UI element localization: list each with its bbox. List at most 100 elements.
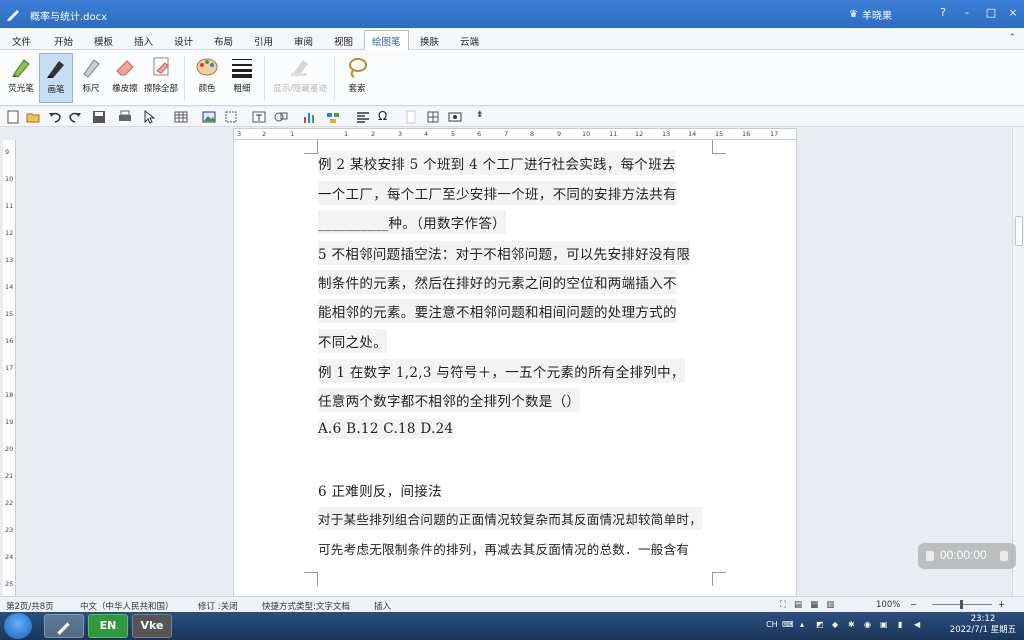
tab-home[interactable]: 开始: [48, 32, 79, 50]
pen-button[interactable]: 画笔: [39, 53, 73, 103]
tab-view[interactable]: 视图: [328, 32, 359, 50]
minimize-button[interactable]: -: [958, 5, 976, 21]
taskbar-pen-app[interactable]: [44, 614, 84, 638]
scrollbar-thumb[interactable]: [1015, 216, 1023, 246]
tab-file[interactable]: 文件: [6, 32, 37, 50]
tray-app-icon[interactable]: ◩: [816, 620, 826, 630]
toolbar-options-icon[interactable]: ⇟: [476, 110, 490, 124]
input-language[interactable]: CH: [766, 620, 778, 630]
tab-drawing-pen[interactable]: 绘图笔: [364, 30, 409, 52]
tray-diamond-icon[interactable]: ◆: [832, 620, 842, 630]
ruler-tick: 14: [688, 130, 697, 138]
screen-recorder-widget[interactable]: 00:00:00: [918, 543, 1016, 569]
zoom-out-icon[interactable]: −: [910, 600, 917, 610]
vertical-ruler[interactable]: 9 10 11 12 13 14 15 16 17 18 19 20 21 22…: [3, 140, 16, 596]
page-corner-mark: [712, 572, 726, 586]
volume-icon[interactable]: ◀: [914, 620, 924, 630]
page-count[interactable]: 第2页/共8页: [6, 600, 54, 612]
undo-icon[interactable]: [48, 110, 62, 124]
doc-line-method6-a[interactable]: 对于某些排列组合问题的正面情况较复杂而其反面情况却较简单时，: [318, 507, 703, 530]
tab-skin[interactable]: 换肤: [414, 32, 445, 50]
ruler-tick: 8: [530, 130, 535, 138]
taskbar-vke-app[interactable]: Vke: [132, 614, 172, 638]
close-button[interactable]: ×: [1004, 5, 1022, 21]
ruler-button[interactable]: 标尺: [74, 53, 108, 103]
tab-design[interactable]: 设计: [168, 32, 199, 50]
tray-arrow-icon[interactable]: ▴: [800, 620, 810, 630]
doc-line-method5-c[interactable]: 能相邻的元素。要注意不相邻问题和相间问题的处理方式的: [318, 299, 677, 323]
table-icon[interactable]: [174, 110, 188, 124]
redo-icon[interactable]: [68, 110, 82, 124]
tab-cloud[interactable]: 云端: [454, 32, 485, 50]
new-document-icon[interactable]: [6, 110, 20, 124]
doc-line-example2-a[interactable]: 例 2 某校安排 5 个班到 4 个工厂进行社会实践，每个班去: [318, 151, 676, 175]
horizontal-ruler[interactable]: 3 2 1 1 2 3 4 5 6 7 8 9 10 11 12 13 14 1…: [233, 128, 797, 140]
print-icon[interactable]: [118, 110, 132, 124]
keyboard-icon[interactable]: ⌨: [782, 620, 794, 630]
eraser-button[interactable]: 橡皮擦: [108, 53, 142, 103]
screenshot-icon[interactable]: [224, 110, 238, 124]
pen-app-icon[interactable]: [6, 6, 22, 22]
palette-icon: [196, 58, 218, 76]
tab-template[interactable]: 模板: [88, 32, 119, 50]
insert-mode[interactable]: 插入: [374, 600, 391, 612]
omega-symbol-icon[interactable]: Ω: [378, 109, 392, 123]
network-icon[interactable]: ▮: [898, 620, 908, 630]
vertical-scrollbar[interactable]: [1012, 128, 1024, 596]
show-hide-ink-button[interactable]: 显示/隐藏墨迹: [270, 53, 330, 103]
doc-line-example1-b[interactable]: 任意两个数字都不相邻的全排列个数是（）: [318, 388, 581, 412]
zoom-level[interactable]: 100%: [876, 600, 900, 610]
doc-line-example2-b[interactable]: 一个工厂，每个工厂至少安排一个班，不同的安排方法共有: [318, 181, 677, 205]
thickness-button[interactable]: 粗细: [225, 53, 259, 103]
revision-status[interactable]: 修订 :关闭: [198, 600, 238, 612]
doc-line-method5-a[interactable]: 5 不相邻问题插空法：对于不相邻问题，可以先安排好没有限: [318, 241, 691, 265]
textbox-icon[interactable]: [252, 110, 266, 124]
help-button[interactable]: ?: [934, 5, 952, 21]
shapes-icon[interactable]: [274, 110, 288, 124]
highlighter-button[interactable]: 荧光笔: [4, 53, 38, 103]
zoom-in-icon[interactable]: +: [998, 600, 1005, 610]
tray-monitor-icon[interactable]: ▣: [880, 620, 890, 630]
maximize-button[interactable]: □: [982, 5, 1000, 21]
bluetooth-icon[interactable]: ✱: [848, 620, 858, 630]
user-name: 羊晓果: [862, 11, 892, 22]
color-button[interactable]: 颜色: [190, 53, 224, 103]
ruler-label: 标尺: [82, 84, 100, 94]
doc-line-example1-options[interactable]: A.6 B.12 C.18 D.24: [318, 419, 454, 439]
stop-icon[interactable]: [1000, 551, 1008, 561]
open-folder-icon[interactable]: [26, 110, 40, 124]
doc-line-method5-d[interactable]: 不同之处。: [318, 329, 387, 353]
taskbar-en-app[interactable]: EN: [88, 614, 128, 638]
doc-line-method5-b[interactable]: 制条件的元素，然后在排好的元素之间的空位和两端插入不: [318, 270, 677, 294]
paragraph-align-icon[interactable]: [356, 110, 370, 124]
image-icon[interactable]: [202, 110, 216, 124]
collapse-ribbon-icon[interactable]: ⌃: [1008, 33, 1016, 43]
chart-icon[interactable]: [302, 110, 316, 124]
pause-icon[interactable]: [926, 551, 934, 561]
tab-review[interactable]: 审阅: [288, 32, 319, 50]
ruler-tick: 12: [635, 130, 644, 138]
doc-line-method6-heading[interactable]: 6 正难则反，间接法: [318, 478, 442, 502]
zoom-slider-handle[interactable]: [960, 600, 963, 609]
user-account[interactable]: ♛ 羊晓果: [849, 7, 892, 22]
doc-line-method6-b[interactable]: 可先考虑无限制条件的排列，再减去其反面情况的总数．一般含有: [318, 537, 689, 560]
taskbar-clock[interactable]: 23:12 2022/7/1 星期五: [948, 614, 1018, 636]
recording-time: 00:00:00: [940, 548, 987, 562]
object-icon[interactable]: [448, 110, 462, 124]
tray-circle-icon[interactable]: ◉: [864, 620, 874, 630]
pointer-select-icon[interactable]: [142, 110, 156, 124]
smartart-icon[interactable]: [326, 110, 340, 124]
lasso-button[interactable]: 套索: [340, 53, 374, 103]
tab-layout[interactable]: 布局: [208, 32, 239, 50]
doc-line-example1-a[interactable]: 例 1 在数字 1,2,3 与符号＋，一五个元素的所有全排列中，: [318, 359, 685, 383]
tab-references[interactable]: 引用: [248, 32, 279, 50]
erase-all-button[interactable]: 擦除全部: [143, 53, 179, 103]
page-break-icon[interactable]: [404, 110, 418, 124]
save-icon[interactable]: [92, 110, 106, 124]
language-indicator[interactable]: 中文（中华人民共和国）: [80, 600, 174, 612]
view-mode-icons[interactable]: ⛶ ▤ ▦ ▥: [780, 600, 834, 610]
grid-icon[interactable]: [426, 110, 440, 124]
tab-insert[interactable]: 插入: [128, 32, 159, 50]
start-button[interactable]: [4, 613, 32, 639]
doc-line-example2-c[interactable]: __________种。（用数字作答）: [318, 210, 506, 234]
